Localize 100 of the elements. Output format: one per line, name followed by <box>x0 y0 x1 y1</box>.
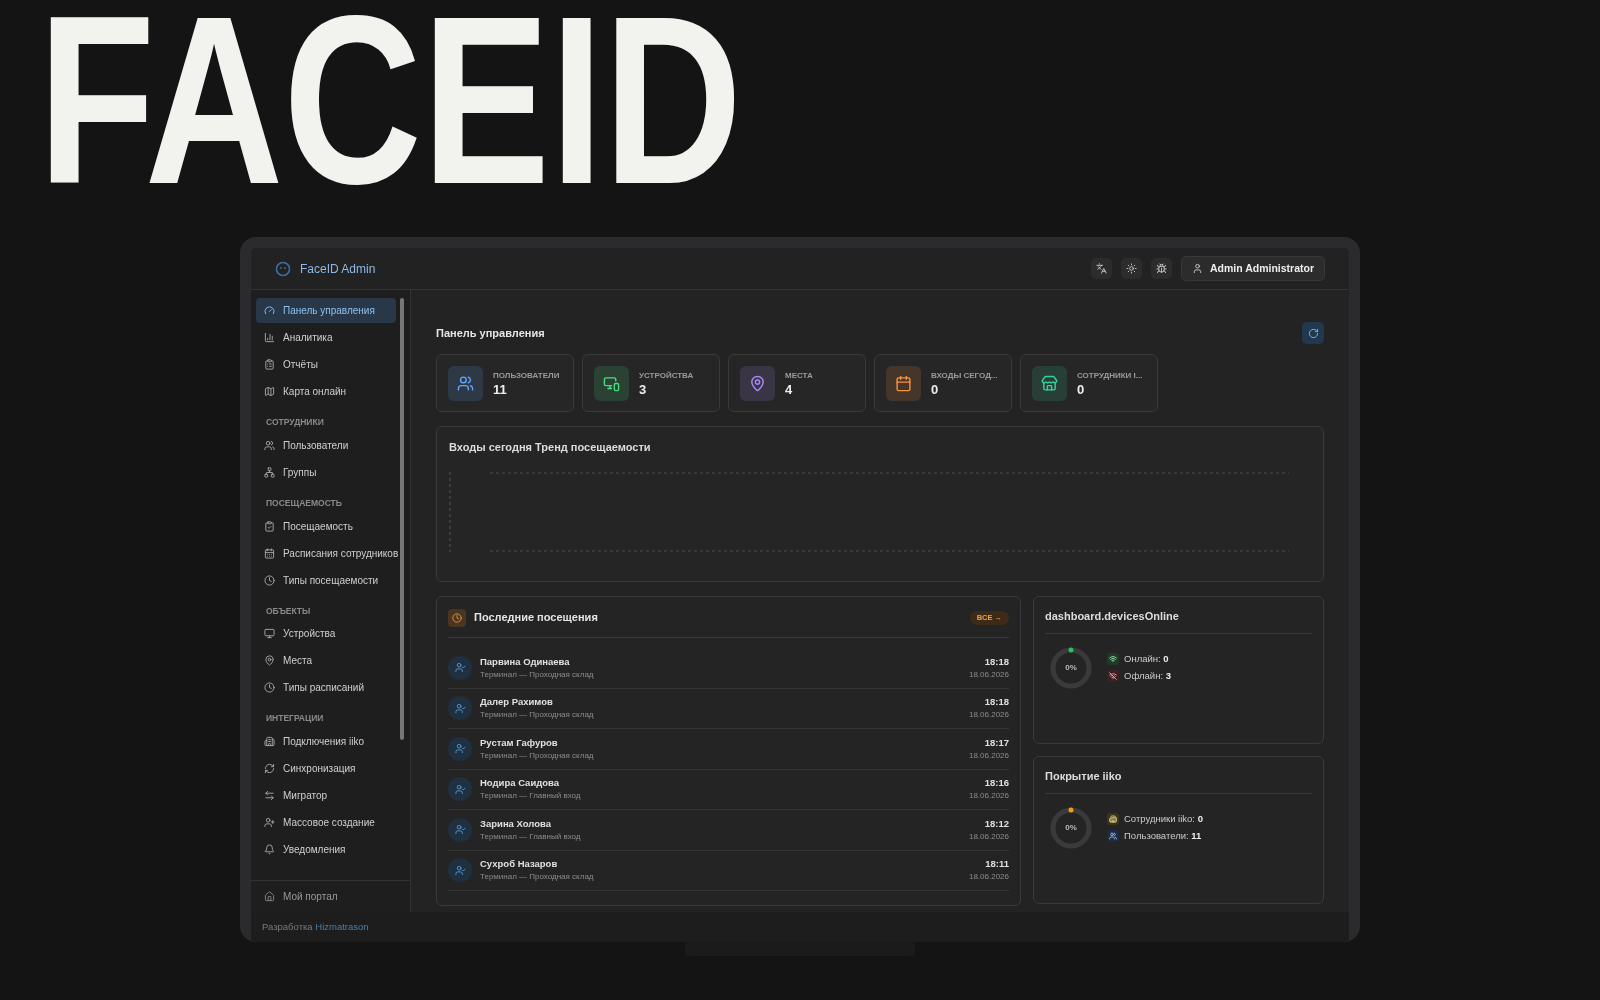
sidebar-item[interactable]: Расписания сотрудников <box>256 540 396 566</box>
sidebar-item[interactable]: Типы расписаний <box>256 675 396 701</box>
building-icon <box>264 736 275 747</box>
map-pin-icon <box>749 374 766 392</box>
visit-time: 18:12 <box>984 816 1009 831</box>
visit-time: 18:11 <box>985 857 1009 872</box>
avatar-icon <box>448 696 472 721</box>
sidebar-item[interactable]: Посещаемость <box>256 513 396 539</box>
sidebar-item[interactable]: Аналитика <box>256 325 396 350</box>
sun-icon <box>1125 263 1137 274</box>
sidebar-item[interactable]: Уведомления <box>256 837 396 862</box>
users-icon <box>457 374 474 392</box>
refresh-button[interactable] <box>1302 322 1324 344</box>
visit-place: Терминал — Проходная склад <box>480 668 594 681</box>
sidebar-item[interactable]: Мигратор <box>256 783 396 808</box>
theme-button[interactable] <box>1120 258 1142 279</box>
language-button[interactable] <box>1090 258 1112 279</box>
card-title: dashboard.devicesOnline <box>1045 608 1312 634</box>
visit-place: Терминал — Проходная склад <box>480 709 594 722</box>
refresh-icon <box>1307 327 1319 339</box>
visitor-name: Далер Рахимов <box>480 695 554 710</box>
visitor-name: Сухроб Назаров <box>480 857 559 872</box>
legend-text: Офлайн: 3 <box>1124 669 1171 683</box>
section-title: ПОСЕЩАЕМОСТЬ <box>265 496 343 510</box>
stat-label: СОТРУДНИКИ I... <box>1077 369 1143 382</box>
visit-time: 18:17 <box>984 735 1009 750</box>
percent-text: 0% <box>1064 661 1078 674</box>
visit-place: Терминал — Проходная склад <box>480 749 594 762</box>
avatar-icon <box>448 777 472 802</box>
legend-text: Онлайн: 0 <box>1124 651 1169 666</box>
visitor-name: Нодира Саидова <box>480 776 561 791</box>
stat-label: ВХОДЫ СЕГОД... <box>931 369 998 382</box>
stat-label: ПОЛЬЗОВАТЕЛИ <box>493 369 560 382</box>
sidebar-item[interactable]: Места <box>256 648 396 674</box>
sidebar-item[interactable]: Отчёты <box>256 352 396 377</box>
sidebar-item[interactable]: Мой портал <box>264 889 338 904</box>
sidebar-item[interactable]: Типы посещаемости <box>256 567 396 593</box>
visitor-name: Парвина Одинаева <box>480 654 571 669</box>
card-title: Покрытие iiko <box>1045 768 1312 794</box>
card-title: Последние посещения <box>474 610 598 626</box>
home-icon <box>264 891 275 902</box>
users-icon <box>264 439 275 451</box>
percent-text: 0% <box>1064 821 1078 834</box>
devices-icon <box>603 374 620 392</box>
clock-icon <box>264 574 275 586</box>
footer-credit: Разработка Hizmatrason <box>262 919 369 934</box>
app-name: FaceID Admin <box>300 260 376 278</box>
avatar-icon <box>448 817 472 842</box>
stat-label: МЕСТА <box>785 369 813 382</box>
sidebar-item[interactable]: Пользователи <box>256 432 396 458</box>
store-icon <box>1041 374 1058 392</box>
calendar-icon <box>895 374 912 392</box>
avatar-icon <box>448 655 472 680</box>
user-plus-icon <box>264 817 275 828</box>
section-title: ОБЪЕКТЫ <box>265 604 312 618</box>
calendar-icon <box>264 547 275 559</box>
user-icon <box>1191 263 1203 274</box>
map-icon <box>264 386 275 397</box>
clock-icon <box>264 682 275 694</box>
clipboard-icon <box>264 520 275 532</box>
stat-value: 4 <box>785 381 794 397</box>
visit-place: Терминал — Главный вход <box>480 790 581 803</box>
arrows-icon <box>264 790 275 801</box>
sidebar-item[interactable]: Массовое создание <box>256 810 396 835</box>
group-icon <box>264 466 275 478</box>
bar-chart-icon <box>264 332 275 343</box>
sidebar-item[interactable]: Подключения iiko <box>256 729 396 754</box>
bug-icon <box>1155 263 1167 274</box>
monitor-icon <box>264 628 275 640</box>
visit-date: 18.06.2026 <box>968 749 1009 762</box>
stat-value: 0 <box>1077 381 1086 397</box>
visit-date: 18.06.2026 <box>968 790 1009 803</box>
visit-time: 18:16 <box>984 776 1009 791</box>
visit-date: 18.06.2026 <box>968 709 1009 722</box>
headline: FACEID <box>38 0 743 200</box>
sync-icon <box>264 763 275 774</box>
gauge-icon <box>264 305 275 316</box>
stat-value: 11 <box>493 381 508 397</box>
sidebar-item[interactable]: Синхронизация <box>256 756 396 781</box>
avatar-icon <box>448 736 472 761</box>
translate-icon <box>1095 263 1107 274</box>
sidebar-item[interactable]: Карта онлайн <box>256 379 396 404</box>
section-title: СОТРУДНИКИ <box>265 416 325 429</box>
page-title: Панель управления <box>436 325 545 341</box>
sidebar-item[interactable]: Панель управления <box>256 298 396 323</box>
legend-text: Сотрудники iiko: 0 <box>1124 811 1203 826</box>
sidebar-item[interactable]: Устройства <box>256 621 396 647</box>
visit-date: 18.06.2026 <box>968 871 1009 884</box>
visit-place: Терминал — Проходная склад <box>480 871 594 884</box>
clipboard-icon <box>264 359 275 370</box>
section-title: ИНТЕГРАЦИИ <box>265 712 325 726</box>
chart-title: Входы сегодня Тренд посещаемости <box>449 440 652 455</box>
sidebar-item[interactable]: Группы <box>256 459 396 485</box>
credit-link[interactable]: Hizmatrason <box>315 920 369 932</box>
debug-button[interactable] <box>1150 258 1172 279</box>
visit-date: 18.06.2026 <box>968 668 1009 681</box>
avatar-icon <box>448 858 472 883</box>
visitor-name: Рустам Гафуров <box>480 735 559 750</box>
visit-time: 18:18 <box>984 695 1009 710</box>
user-menu-button[interactable]: Admin Administrator <box>1180 256 1325 281</box>
